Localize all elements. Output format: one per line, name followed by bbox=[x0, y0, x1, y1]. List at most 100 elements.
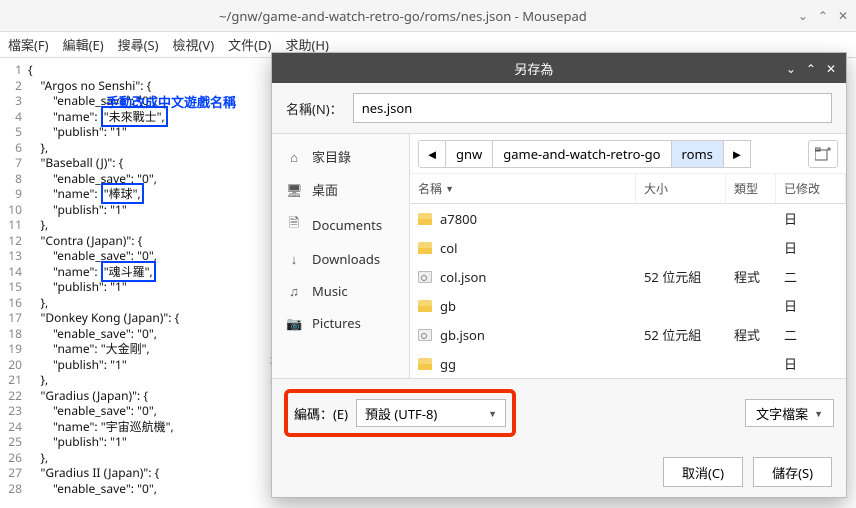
code-text: "name": "魂斗羅", bbox=[28, 264, 156, 280]
cancel-button[interactable]: 取消(C) bbox=[663, 457, 743, 487]
maximize-icon[interactable]: ⌃ bbox=[818, 7, 828, 24]
code-text: "enable_save": "0", bbox=[28, 403, 157, 419]
code-text: }, bbox=[28, 372, 48, 388]
breadcrumb-forward[interactable]: ► bbox=[723, 140, 751, 168]
code-text: "name": "宇宙巡航機", bbox=[28, 419, 174, 435]
line-number: 10 bbox=[0, 202, 28, 218]
sidebar-label: Music bbox=[312, 282, 348, 300]
line-number: 27 bbox=[0, 465, 28, 481]
sidebar-label: Downloads bbox=[312, 250, 380, 268]
menu-search[interactable]: 搜尋(S) bbox=[118, 35, 159, 54]
line-number: 25 bbox=[0, 434, 28, 450]
place-icon: ↓ bbox=[286, 250, 302, 268]
file-row[interactable]: col.json52 位元組程式二 bbox=[410, 262, 846, 291]
dialog-min-icon[interactable]: ⌄ bbox=[786, 60, 796, 77]
menu-view[interactable]: 檢視(V) bbox=[173, 35, 215, 54]
code-text: "Gradius (Japan)": { bbox=[28, 388, 148, 404]
new-folder-button[interactable] bbox=[808, 140, 838, 168]
encoding-label: 編碼：(E) bbox=[294, 404, 348, 423]
col-modified[interactable]: 已修改 bbox=[776, 174, 846, 203]
filename-label: 名稱(N)： bbox=[286, 99, 343, 118]
col-name[interactable]: 名稱 ▼ bbox=[410, 174, 636, 203]
file-row[interactable]: gg日 bbox=[410, 349, 846, 378]
code-text: "enable_save": "0", bbox=[28, 481, 157, 497]
dialog-close-icon[interactable]: ✕ bbox=[826, 60, 836, 77]
file-row[interactable]: col日 bbox=[410, 233, 846, 262]
line-number: 26 bbox=[0, 450, 28, 466]
minimize-icon[interactable]: ⌄ bbox=[798, 7, 808, 24]
line-number: 13 bbox=[0, 248, 28, 264]
dialog-titlebar: 另存為 ⌄ ⌃ ✕ bbox=[272, 53, 846, 83]
sidebar-label: Pictures bbox=[312, 314, 361, 332]
save-button[interactable]: 儲存(S) bbox=[753, 457, 832, 487]
line-number: 12 bbox=[0, 233, 28, 249]
line-number: 3 bbox=[0, 93, 28, 109]
code-text: { bbox=[28, 62, 33, 78]
line-number: 28 bbox=[0, 481, 28, 497]
encoding-highlight: 編碼：(E) 預設 (UTF-8) ▼ bbox=[284, 389, 516, 437]
file-row[interactable]: gb.json52 位元組程式二 bbox=[410, 320, 846, 349]
line-number: 4 bbox=[0, 109, 28, 125]
sidebar-item[interactable]: ⌂家目錄 bbox=[272, 140, 409, 173]
code-text: "name": "大金剛", bbox=[28, 341, 150, 357]
breadcrumb-roms[interactable]: roms bbox=[671, 140, 724, 168]
line-number: 14 bbox=[0, 264, 28, 280]
folder-icon bbox=[418, 300, 432, 312]
code-text: "Contra (Japan)": { bbox=[28, 233, 142, 249]
line-number: 7 bbox=[0, 155, 28, 171]
window-titlebar: ~/gnw/game-and-watch-retro-go/roms/nes.j… bbox=[0, 0, 856, 32]
col-type[interactable]: 類型 bbox=[726, 174, 776, 203]
chevron-down-icon: ▼ bbox=[488, 407, 497, 420]
encoding-select[interactable]: 預設 (UTF-8) ▼ bbox=[356, 399, 506, 427]
folder-icon bbox=[418, 242, 432, 254]
sidebar-item[interactable]: ↓ Downloads bbox=[272, 243, 409, 275]
breadcrumb-back[interactable]: ◄ bbox=[418, 140, 446, 168]
folder-icon bbox=[418, 358, 432, 370]
place-icon: 🗎 bbox=[286, 213, 302, 236]
file-row[interactable]: a7800日 bbox=[410, 204, 846, 233]
line-number: 20 bbox=[0, 357, 28, 373]
code-text: "publish": "1" bbox=[28, 357, 127, 373]
menu-edit[interactable]: 編輯(E) bbox=[63, 35, 104, 54]
line-number: 22 bbox=[0, 388, 28, 404]
line-number: 15 bbox=[0, 279, 28, 295]
code-text: }, bbox=[28, 450, 48, 466]
code-text: "Argos no Senshi": { bbox=[28, 78, 151, 94]
sidebar-item[interactable]: ♫ Music bbox=[272, 275, 409, 307]
code-text: "publish": "1" bbox=[28, 434, 127, 450]
place-icon: 📷 bbox=[286, 314, 302, 332]
code-text: "Gradius II (Japan)": { bbox=[28, 465, 159, 481]
line-number: 16 bbox=[0, 295, 28, 311]
breadcrumb-gnw[interactable]: gnw bbox=[445, 140, 493, 168]
place-icon: ♫ bbox=[286, 282, 302, 300]
sidebar-item[interactable]: 🗎Documents bbox=[272, 206, 409, 243]
line-number: 24 bbox=[0, 419, 28, 435]
folder-icon bbox=[418, 213, 432, 225]
code-text: }, bbox=[28, 140, 48, 156]
filelist-header: 名稱 ▼ 大小 類型 已修改 bbox=[410, 174, 846, 204]
line-number: 8 bbox=[0, 171, 28, 187]
filetype-select[interactable]: 文字檔案 ▼ bbox=[745, 399, 834, 427]
line-number: 11 bbox=[0, 217, 28, 233]
menu-file[interactable]: 檔案(F) bbox=[8, 35, 49, 54]
sidebar-item[interactable]: 🖥桌面 bbox=[272, 173, 409, 206]
line-number: 21 bbox=[0, 372, 28, 388]
sidebar-label: 家目錄 bbox=[312, 147, 351, 166]
sidebar-item[interactable]: 📷 Pictures bbox=[272, 307, 409, 339]
window-title: ~/gnw/game-and-watch-retro-go/roms/nes.j… bbox=[8, 7, 798, 25]
line-number: 23 bbox=[0, 403, 28, 419]
filename-input[interactable] bbox=[353, 93, 832, 123]
file-list[interactable]: a7800日col日col.json52 位元組程式二gb日gb.json52 … bbox=[410, 204, 846, 378]
file-row[interactable]: gb日 bbox=[410, 291, 846, 320]
breadcrumb-gawrg[interactable]: game-and-watch-retro-go bbox=[492, 140, 671, 168]
close-icon[interactable]: ✕ bbox=[838, 7, 848, 24]
menu-document[interactable]: 文件(D) bbox=[228, 35, 271, 54]
file-icon bbox=[418, 329, 432, 341]
dialog-max-icon[interactable]: ⌃ bbox=[806, 60, 816, 77]
sort-desc-icon: ▼ bbox=[445, 182, 454, 195]
line-number: 2 bbox=[0, 78, 28, 94]
line-number: 6 bbox=[0, 140, 28, 156]
col-size[interactable]: 大小 bbox=[636, 174, 726, 203]
code-text: }, bbox=[28, 295, 48, 311]
breadcrumb: ◄ gnw game-and-watch-retro-go roms ► bbox=[410, 134, 846, 174]
